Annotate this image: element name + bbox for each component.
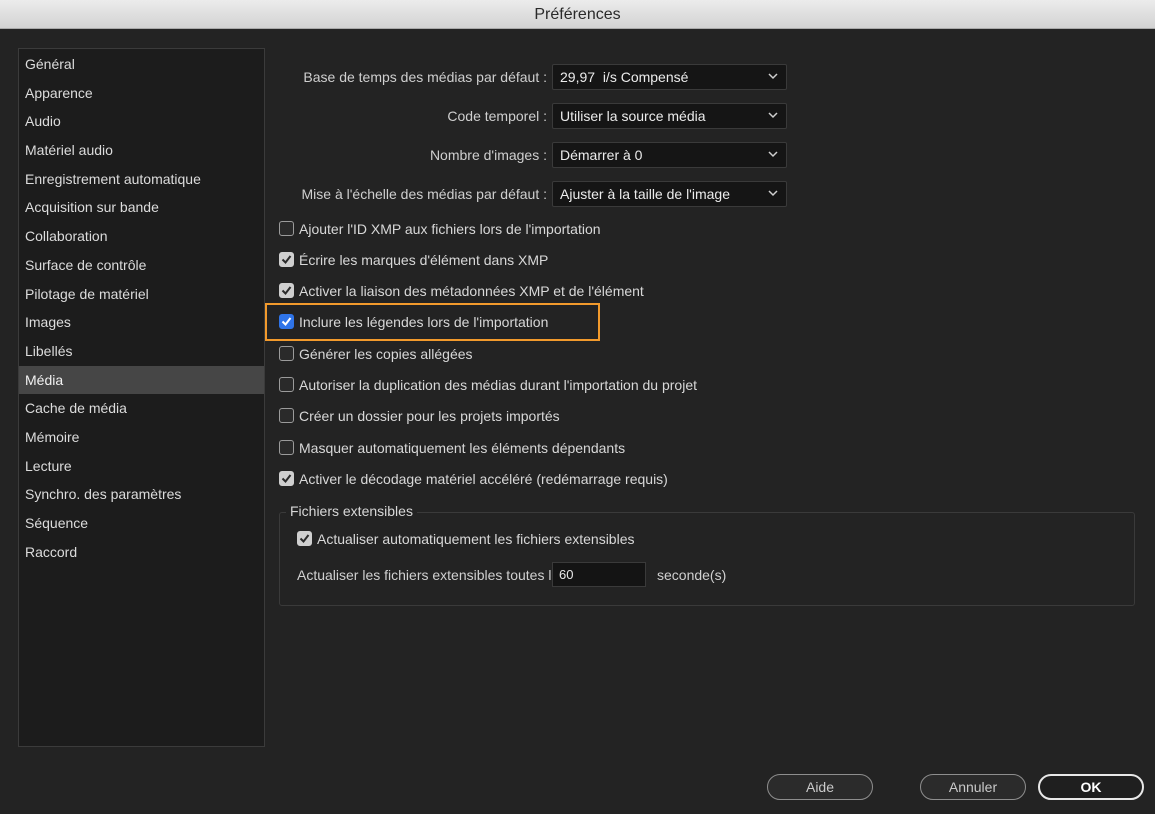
checkmark-icon — [281, 286, 292, 296]
sidebar-item-device-control[interactable]: Pilotage de matériel — [19, 280, 264, 309]
sidebar-item-trim[interactable]: Raccord — [19, 538, 264, 567]
checkbox-auto-refresh[interactable] — [297, 531, 312, 546]
cancel-button[interactable]: Annuler — [920, 774, 1026, 800]
checkbox-label-clip-markers: Écrire les marques d'élément dans XMP — [299, 252, 549, 268]
checkmark-icon — [281, 317, 292, 327]
sidebar-item-sync-settings[interactable]: Synchro. des paramètres — [19, 480, 264, 509]
sidebar-item-graphics[interactable]: Images — [19, 308, 264, 337]
window-title: Préférences — [534, 6, 621, 23]
timecode-label: Code temporel : — [447, 108, 547, 124]
checkbox-label-hide-dependents: Masquer automatiquement les éléments dép… — [299, 440, 626, 456]
checkbox-label-xmp-id: Ajouter l'ID XMP aux fichiers lors de l'… — [299, 221, 601, 237]
sidebar-item-memory[interactable]: Mémoire — [19, 423, 264, 452]
chevron-down-icon — [768, 112, 778, 119]
checkbox-proxies[interactable] — [279, 346, 294, 361]
checkbox-imported-projects-folder[interactable] — [279, 408, 294, 423]
scaling-value: Ajuster à la taille de l'image — [560, 186, 730, 202]
checkbox-include-captions[interactable] — [279, 314, 294, 329]
sidebar-item-control-surface[interactable]: Surface de contrôle — [19, 251, 264, 280]
window-titlebar: Préférences — [0, 0, 1155, 29]
frame-count-row: Nombre d'images : Démarrer à 0 — [280, 142, 787, 168]
scaling-row: Mise à l'échelle des médias par défaut :… — [280, 181, 787, 207]
timecode-select[interactable]: Utiliser la source média — [552, 103, 787, 129]
timebase-select[interactable]: 29,97 i/s Compensé — [552, 64, 787, 90]
ok-button[interactable]: OK — [1038, 774, 1144, 800]
checkbox-hardware-decoding[interactable] — [279, 471, 294, 486]
chevron-down-icon — [768, 73, 778, 80]
refresh-interval-unit: seconde(s) — [657, 567, 727, 583]
sidebar-item-capture[interactable]: Acquisition sur bande — [19, 193, 264, 222]
refresh-interval-input[interactable] — [552, 562, 646, 587]
sidebar-item-timeline[interactable]: Séquence — [19, 509, 264, 538]
scaling-label: Mise à l'échelle des médias par défaut : — [301, 186, 547, 202]
checkbox-clip-markers[interactable] — [279, 252, 294, 267]
checkbox-metadata-linking[interactable] — [279, 283, 294, 298]
chevron-down-icon — [768, 151, 778, 158]
checkbox-xmp-id[interactable] — [279, 221, 294, 236]
sidebar-item-audio-hardware[interactable]: Matériel audio — [19, 136, 264, 165]
growing-files-group — [279, 512, 1135, 606]
checkbox-label-proxies: Générer les copies allégées — [299, 346, 473, 362]
checkmark-icon — [299, 534, 310, 544]
sidebar-item-general[interactable]: Général — [19, 50, 264, 79]
frame-count-select[interactable]: Démarrer à 0 — [552, 142, 787, 168]
checkbox-label-imported-projects-folder: Créer un dossier pour les projets import… — [299, 408, 560, 424]
sidebar-item-collaboration[interactable]: Collaboration — [19, 222, 264, 251]
timecode-value: Utiliser la source média — [560, 108, 706, 124]
sidebar-item-media-cache[interactable]: Cache de média — [19, 394, 264, 423]
checkbox-hide-dependents[interactable] — [279, 440, 294, 455]
help-button[interactable]: Aide — [767, 774, 873, 800]
frame-count-value: Démarrer à 0 — [560, 147, 643, 163]
sidebar-item-labels[interactable]: Libellés — [19, 337, 264, 366]
timebase-value: 29,97 i/s Compensé — [560, 69, 689, 85]
timebase-row: Base de temps des médias par défaut : 29… — [280, 64, 787, 90]
frame-count-label: Nombre d'images : — [429, 147, 547, 163]
checkbox-label-duplicate-media: Autoriser la duplication des médias dura… — [299, 377, 698, 393]
sidebar-item-playback[interactable]: Lecture — [19, 452, 264, 481]
checkmark-icon — [281, 255, 292, 265]
scaling-select[interactable]: Ajuster à la taille de l'image — [552, 181, 787, 207]
sidebar-item-audio[interactable]: Audio — [19, 107, 264, 136]
checkmark-icon — [281, 474, 292, 484]
checkbox-label-include-captions: Inclure les légendes lors de l'importati… — [299, 314, 549, 330]
chevron-down-icon — [768, 190, 778, 197]
sidebar-item-auto-save[interactable]: Enregistrement automatique — [19, 165, 264, 194]
sidebar-item-appearance[interactable]: Apparence — [19, 79, 264, 108]
refresh-interval-label: Actualiser les fichiers extensibles tout… — [297, 567, 567, 583]
timecode-row: Code temporel : Utiliser la source média — [280, 103, 787, 129]
checkbox-label-auto-refresh: Actualiser automatiquement les fichiers … — [317, 531, 635, 547]
preferences-category-list: Général Apparence Audio Matériel audio E… — [18, 48, 265, 747]
timebase-label: Base de temps des médias par défaut : — [303, 69, 547, 85]
checkbox-label-metadata-linking: Activer la liaison des métadonnées XMP e… — [299, 283, 644, 299]
growing-files-title: Fichiers extensibles — [286, 502, 417, 520]
checkbox-duplicate-media[interactable] — [279, 377, 294, 392]
checkbox-label-hardware-decoding: Activer le décodage matériel accéléré (r… — [299, 471, 668, 487]
sidebar-item-media[interactable]: Média — [19, 365, 264, 395]
